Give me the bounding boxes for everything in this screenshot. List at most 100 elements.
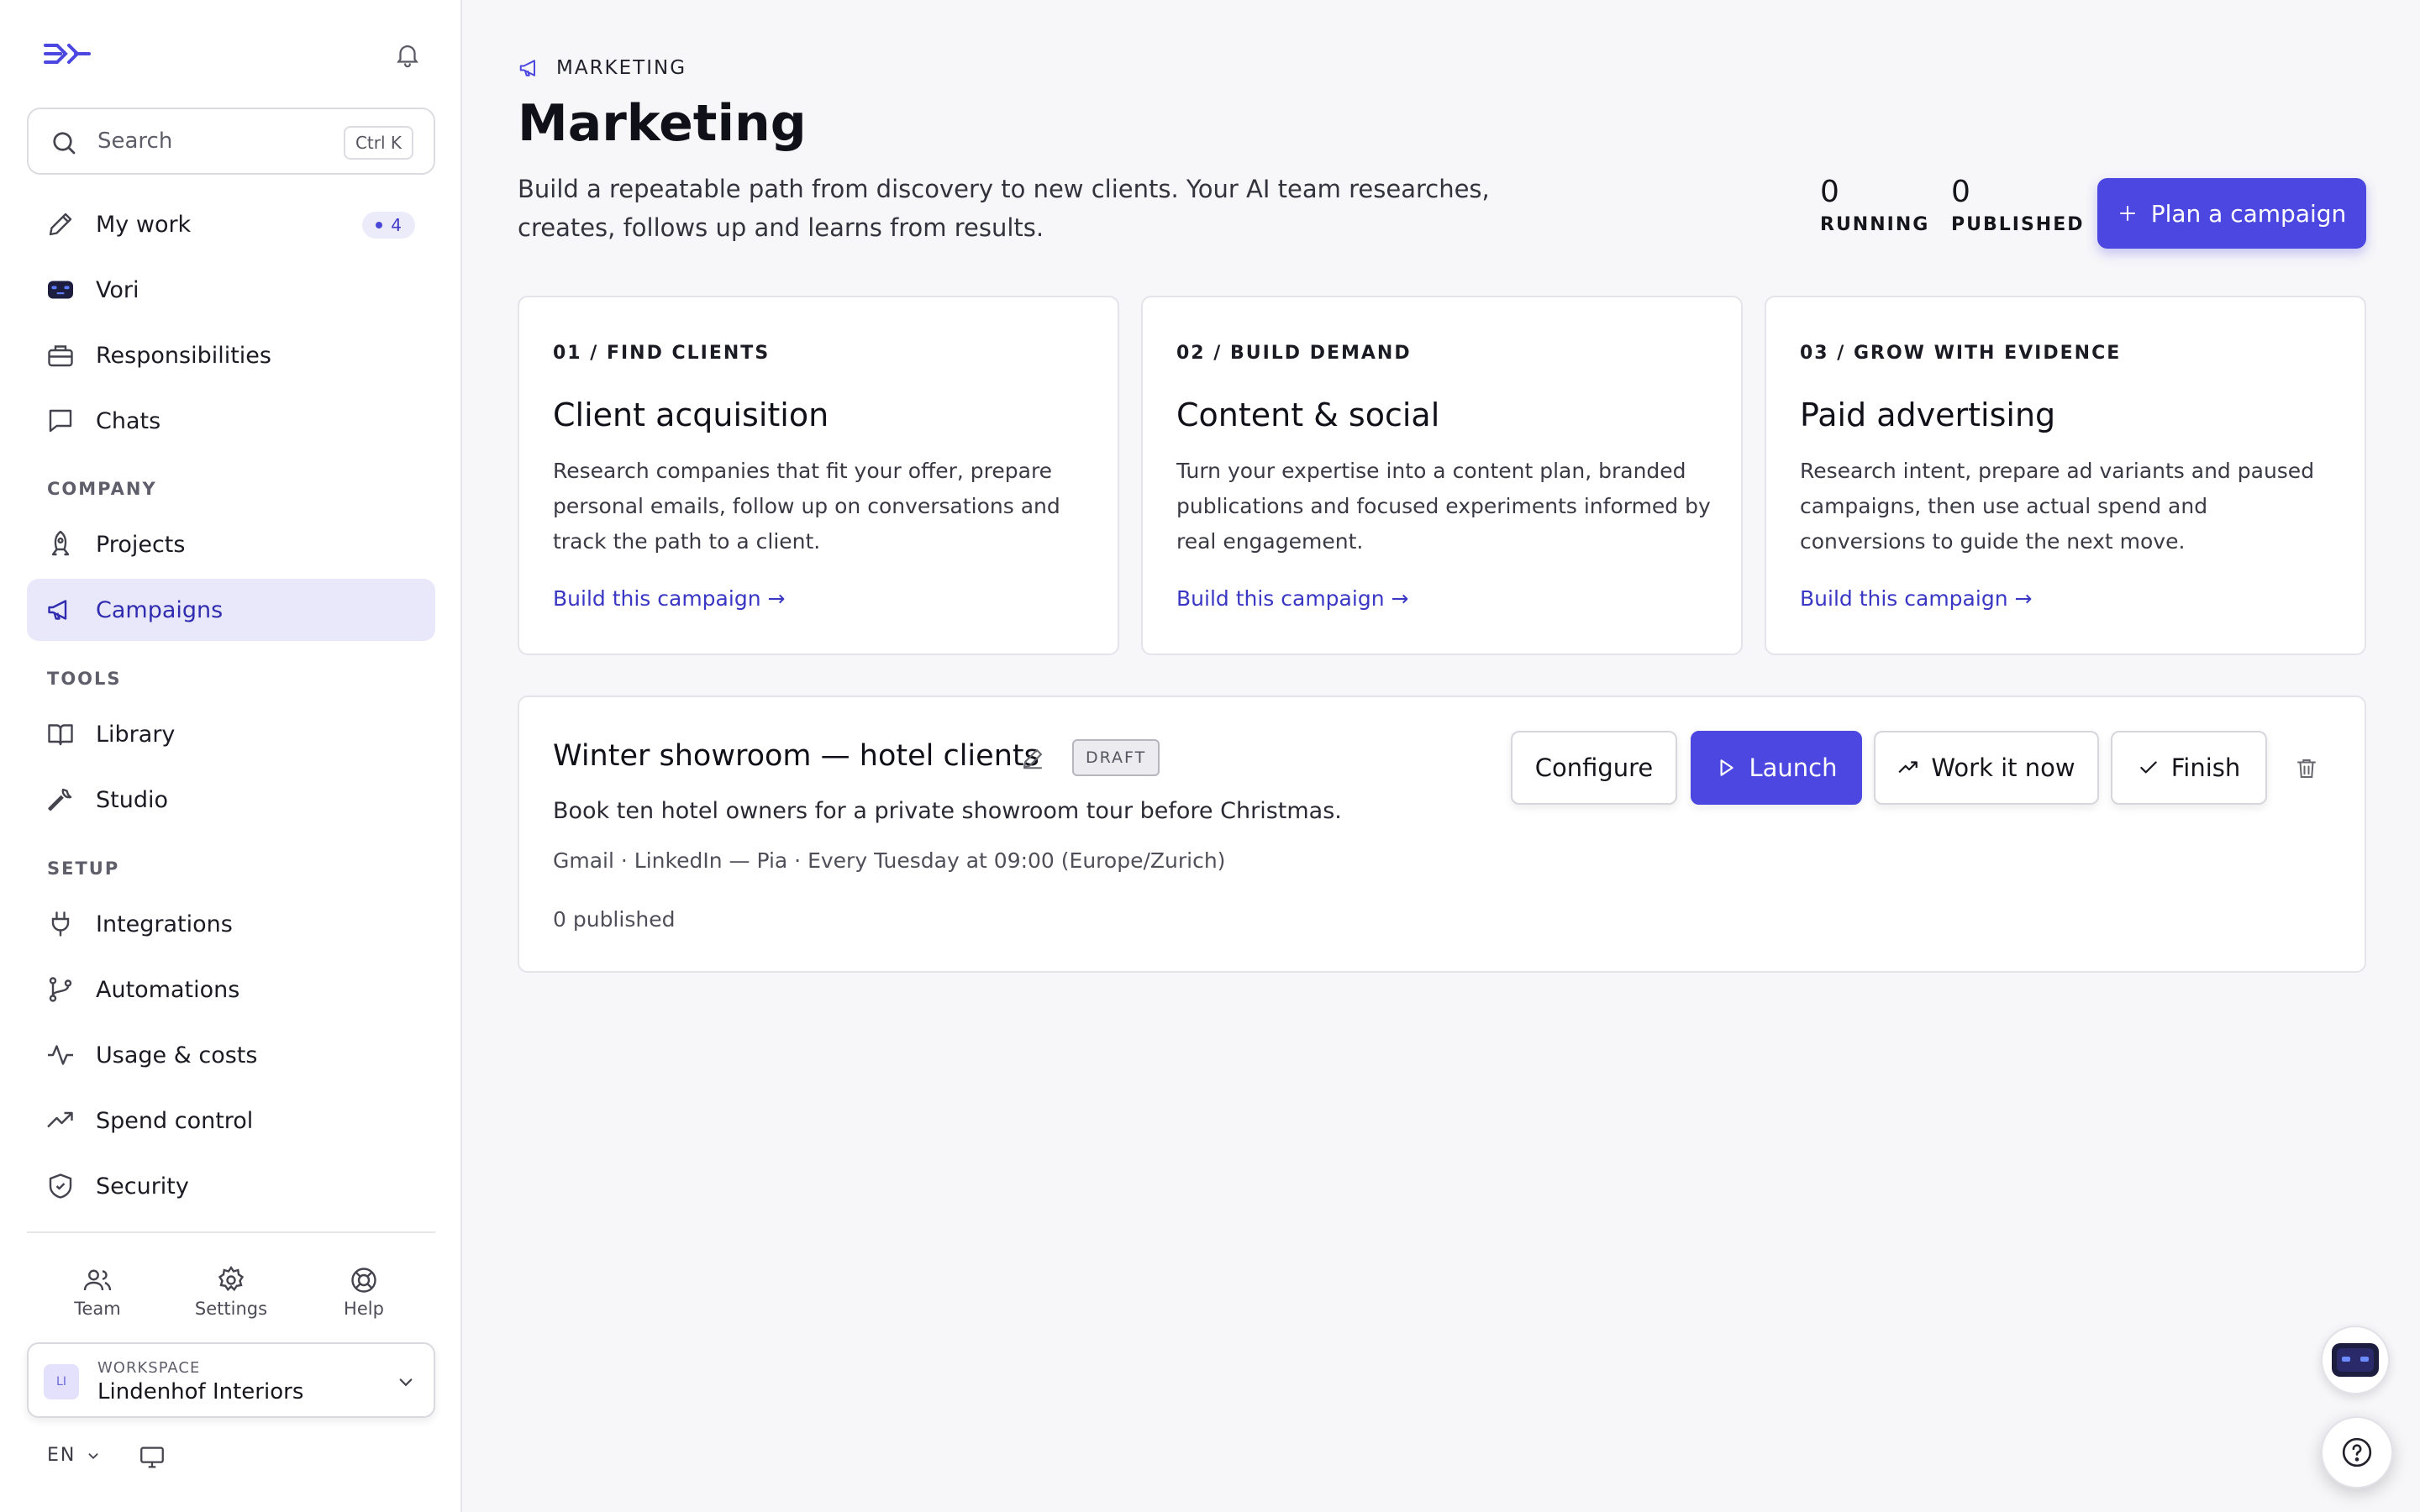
language-selector[interactable]: EN	[47, 1445, 103, 1466]
campaign-card: Winter showroom — hotel clients DRAFT Bo…	[518, 696, 2366, 973]
section-label-setup: SETUP	[47, 858, 120, 879]
card-eyebrow: 01 / FIND CLIENTS	[553, 343, 771, 364]
stat-running: 0 RUNNING	[1820, 175, 1929, 235]
stat-published: 0 PUBLISHED	[1951, 175, 2085, 235]
search-icon	[53, 132, 76, 155]
sidebar-item-my-work[interactable]: My work 4	[27, 193, 435, 255]
sidebar-item-security[interactable]: Security	[27, 1155, 435, 1217]
work-now-button[interactable]: Work it now	[1874, 731, 2099, 805]
sidebar-item-label: My work	[96, 211, 192, 238]
sidebar-item-label: Chats	[96, 407, 161, 434]
search-input[interactable]: Search Ctrl K	[27, 108, 435, 175]
briefcase-icon	[48, 345, 73, 367]
card-title: Client acquisition	[553, 396, 829, 433]
settings-button[interactable]: Settings	[181, 1260, 281, 1327]
sidebar-item-label: Usage & costs	[96, 1042, 258, 1068]
card-eyebrow: 03 / GROW WITH EVIDENCE	[1800, 343, 2122, 364]
sidebar-item-campaigns[interactable]: Campaigns	[27, 579, 435, 641]
workspace-label: WORKSPACE	[97, 1359, 201, 1377]
users-icon	[83, 1269, 112, 1291]
sidebar-item-label: Library	[96, 721, 176, 748]
count-badge: 4	[362, 212, 415, 239]
build-campaign-link[interactable]: Build this campaign →	[1800, 586, 2032, 611]
team-button[interactable]: Team	[47, 1260, 148, 1327]
pencil-icon	[49, 213, 72, 236]
sidebar-item-usage[interactable]: Usage & costs	[27, 1024, 435, 1086]
logo-icon[interactable]	[42, 39, 92, 69]
launch-button[interactable]: Launch	[1691, 731, 1862, 805]
sidebar-item-label: Campaigns	[96, 596, 224, 623]
sidebar-item-library[interactable]: Library	[27, 703, 435, 765]
card-body: Turn your expertise into a content plan,…	[1176, 459, 1711, 554]
chevron-down-icon	[399, 1378, 413, 1387]
rocket-icon	[51, 530, 70, 556]
sidebar-item-integrations[interactable]: Integrations	[27, 893, 435, 955]
megaphone-icon	[48, 600, 67, 620]
campaign-template-card: 01 / FIND CLIENTS Client acquisition Res…	[518, 296, 1119, 655]
sidebar-item-label: Studio	[96, 786, 168, 813]
section-label-company: COMPANY	[47, 479, 157, 499]
search-placeholder: Search	[97, 129, 173, 154]
card-body: Research intent, prepare ad variants and…	[1800, 459, 2315, 554]
plan-campaign-button[interactable]: Plan a campaign	[2097, 178, 2366, 249]
stat-value: 0	[1951, 175, 1970, 209]
bell-icon[interactable]	[393, 40, 422, 69]
monitor-icon[interactable]	[138, 1443, 166, 1472]
book-icon	[48, 724, 73, 746]
finish-button[interactable]: Finish	[2111, 731, 2267, 805]
campaign-published-count: 0 published	[553, 907, 676, 932]
workspace-name: Lindenhof Interiors	[97, 1379, 304, 1404]
sidebar-item-vori[interactable]: Vori	[27, 259, 435, 321]
sidebar: Search Ctrl K My work 4 Vori Responsibil…	[0, 0, 462, 1512]
activity-icon	[48, 1045, 73, 1065]
gear-icon	[218, 1265, 245, 1292]
sidebar-item-chats[interactable]: Chats	[27, 390, 435, 452]
build-campaign-link[interactable]: Build this campaign →	[1176, 586, 1408, 611]
sidebar-item-projects[interactable]: Projects	[27, 513, 435, 575]
build-campaign-link[interactable]: Build this campaign →	[553, 586, 785, 611]
chevron-down-icon	[88, 1452, 98, 1459]
workspace-avatar: LI	[44, 1364, 79, 1399]
sidebar-item-label: Automations	[96, 976, 240, 1003]
bot-icon	[2332, 1343, 2379, 1377]
help-label: Help	[344, 1299, 384, 1319]
stat-label: RUNNING	[1820, 214, 1930, 235]
breadcrumb: MARKETING	[518, 55, 687, 81]
campaign-description: Book ten hotel owners for a private show…	[553, 798, 1342, 824]
sidebar-item-studio[interactable]: Studio	[27, 769, 435, 831]
sidebar-item-responsibilities[interactable]: Responsibilities	[27, 324, 435, 386]
campaign-template-card: 03 / GROW WITH EVIDENCE Paid advertising…	[1765, 296, 2366, 655]
section-label-tools: TOOLS	[47, 669, 122, 689]
search-shortcut: Ctrl K	[343, 126, 413, 160]
sidebar-item-label: Projects	[96, 531, 186, 558]
card-title: Paid advertising	[1800, 396, 2056, 433]
sidebar-item-automations[interactable]: Automations	[27, 958, 435, 1021]
plus-icon	[2119, 206, 2135, 221]
sidebar-item-label: Security	[96, 1173, 189, 1200]
card-body: Research companies that fit your offer, …	[553, 459, 1060, 554]
team-label: Team	[74, 1299, 121, 1319]
workspace-switcher[interactable]: LI WORKSPACE Lindenhof Interiors	[27, 1342, 435, 1418]
bot-icon	[48, 281, 73, 299]
campaign-template-card: 02 / BUILD DEMAND Content & social Turn …	[1141, 296, 1743, 655]
sidebar-item-label: Vori	[96, 276, 139, 303]
configure-label: Configure	[1534, 753, 1654, 782]
assistant-button[interactable]	[2321, 1326, 2390, 1394]
megaphone-icon	[519, 60, 535, 76]
sidebar-item-spend-control[interactable]: Spend control	[27, 1089, 435, 1152]
trending-icon	[47, 1111, 73, 1128]
work-now-label: Work it now	[1931, 753, 2075, 782]
status-badge: DRAFT	[1072, 739, 1160, 776]
branch-icon	[49, 977, 72, 1002]
wrench-icon	[48, 788, 72, 811]
play-icon	[1720, 759, 1734, 776]
trending-icon	[1898, 761, 1918, 774]
sidebar-item-label: Responsibilities	[96, 342, 271, 369]
trash-icon[interactable]	[2294, 756, 2319, 781]
edit-icon[interactable]	[1020, 746, 1045, 771]
help-fab-button[interactable]	[2321, 1416, 2393, 1488]
chat-icon	[49, 409, 72, 433]
help-button[interactable]: Help	[313, 1260, 414, 1327]
configure-button[interactable]: Configure	[1511, 731, 1677, 805]
lifebuoy-icon	[351, 1268, 376, 1293]
